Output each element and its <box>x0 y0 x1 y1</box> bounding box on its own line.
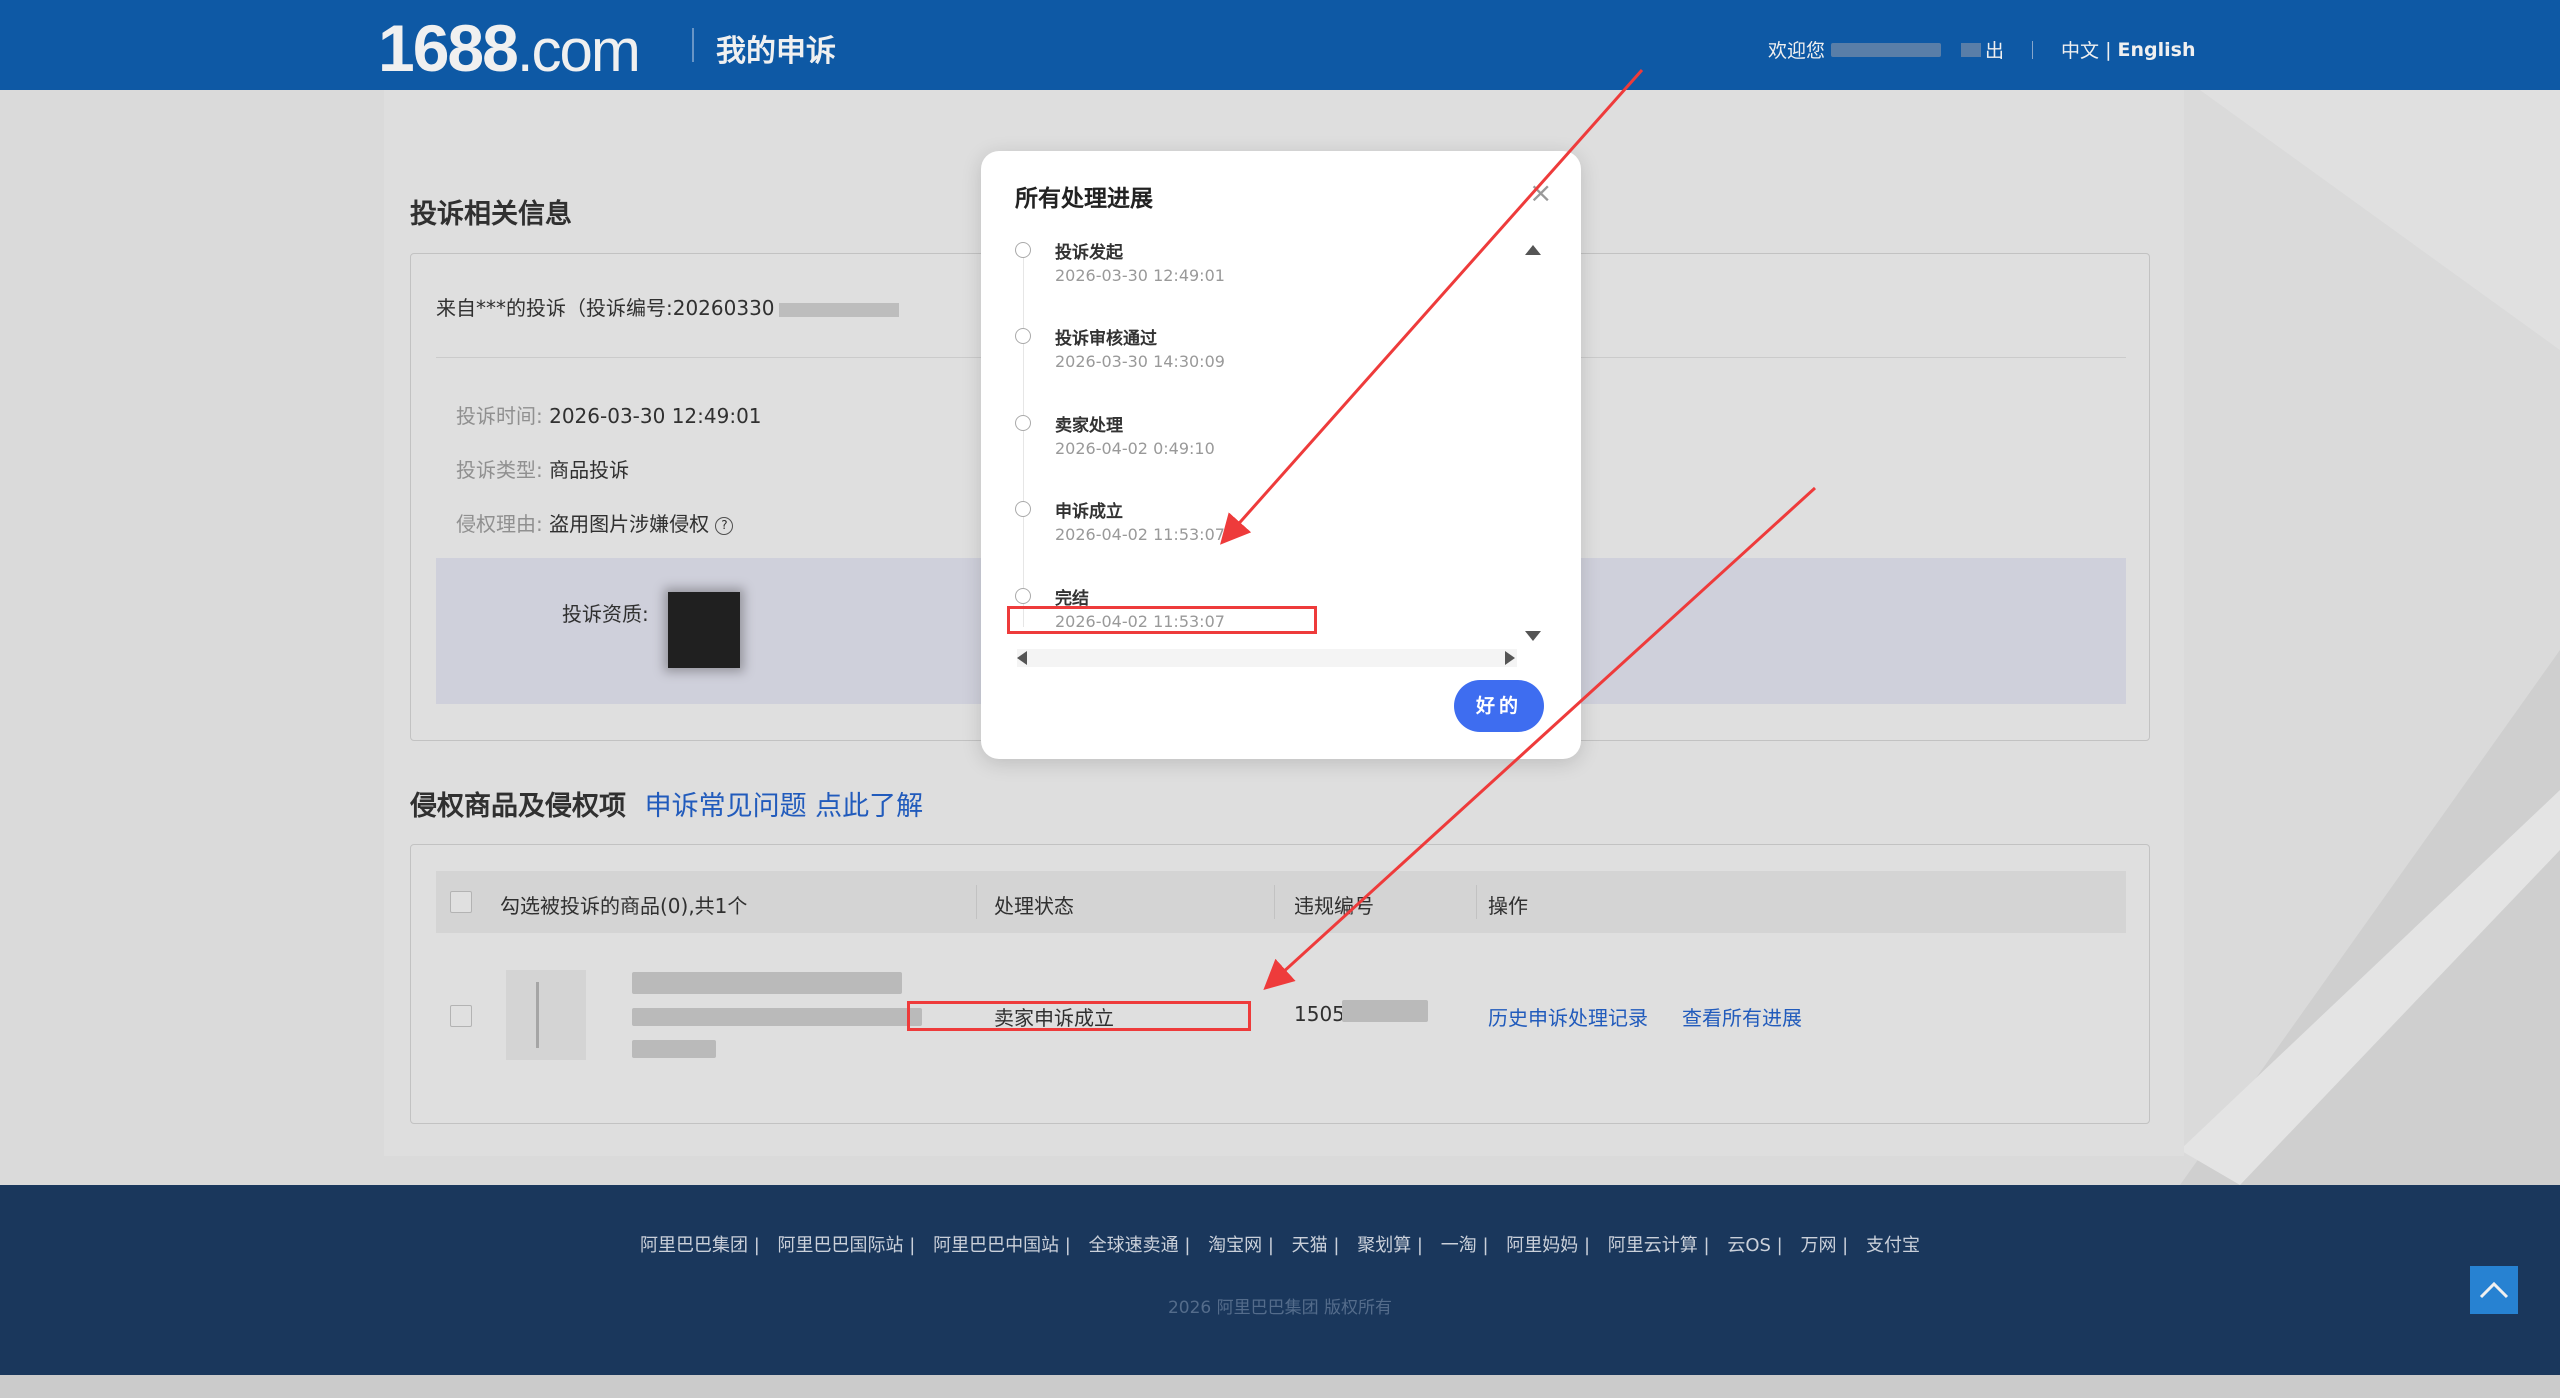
timeline-dot-icon <box>1015 328 1031 344</box>
col-separator <box>976 885 977 919</box>
col-status: 处理状态 <box>994 894 1074 918</box>
footer-link[interactable]: 阿里云计算 | <box>1608 1235 1710 1256</box>
col-separator <box>1476 885 1477 919</box>
footer-links: 阿里巴巴集团 | 阿里巴巴国际站 | 阿里巴巴中国站 | 全球速卖通 | 淘宝网… <box>0 1231 2560 1257</box>
complaint-info-title: 投诉相关信息 <box>410 199 572 230</box>
page-title: 我的申诉 <box>716 34 836 69</box>
qualification-label: 投诉资质: <box>562 602 649 626</box>
info-value: 盗用图片涉嫌侵权 <box>549 512 710 536</box>
annotation-box-status <box>907 1001 1251 1031</box>
table-header: 勾选被投诉的商品(0),共1个 处理状态 违规编号 操作 <box>436 871 2126 933</box>
logout-redacted <box>1961 42 1982 57</box>
footer-link[interactable]: 阿里巴巴中国站 | <box>933 1235 1071 1256</box>
step-time: 2026-04-02 0:49:10 <box>1055 439 1215 458</box>
footer-link[interactable]: 云OS | <box>1727 1235 1782 1256</box>
username-redacted <box>1831 42 1942 57</box>
step-time: 2026-04-02 11:53:07 <box>1055 525 1225 544</box>
timeline-dot-icon <box>1015 415 1031 431</box>
step-label: 投诉发起 <box>1055 243 1123 263</box>
footer-link[interactable]: 万网 | <box>1800 1235 1848 1256</box>
header-separator <box>2032 40 2034 59</box>
modal-title: 所有处理进展 <box>1015 186 1153 212</box>
scroll-up-icon[interactable] <box>1525 245 1541 255</box>
footer-link[interactable]: 全球速卖通 | <box>1089 1235 1191 1256</box>
vertical-scrollbar[interactable] <box>1521 239 1541 641</box>
help-question-icon[interactable]: ? <box>715 516 734 535</box>
step-time: 2026-03-30 14:30:09 <box>1055 352 1225 371</box>
footer-link[interactable]: 支付宝 <box>1866 1235 1920 1256</box>
step-label: 投诉审核通过 <box>1055 329 1157 349</box>
faq-link[interactable]: 申诉常见问题 点此了解 <box>645 791 924 822</box>
col-select: 勾选被投诉的商品(0),共1个 <box>500 894 748 918</box>
violation-number-redacted <box>1342 1000 1428 1022</box>
info-label: 侵权理由: <box>456 512 543 536</box>
product-thumbnail[interactable] <box>506 970 586 1060</box>
complaint-header: 来自***的投诉（投诉编号:20260330 <box>436 292 899 321</box>
scroll-right-icon[interactable] <box>1505 651 1515 665</box>
footer-link[interactable]: 淘宝网 | <box>1208 1235 1274 1256</box>
chevron-up-icon <box>2479 1281 2509 1299</box>
product-title-redacted <box>632 972 902 994</box>
site-logo[interactable]: 1688.com <box>378 10 641 86</box>
col-violation-no: 违规编号 <box>1294 894 1374 918</box>
logo-suffix-text: .com <box>516 17 641 84</box>
info-label: 投诉时间: <box>456 404 543 428</box>
info-label: 投诉类型: <box>456 458 543 482</box>
products-section-title: 侵权商品及侵权项 <box>410 791 626 822</box>
timeline-dot-icon <box>1015 501 1031 517</box>
horizontal-scrollbar[interactable] <box>1017 649 1517 667</box>
timeline-dot-icon <box>1015 588 1031 604</box>
lang-en-link[interactable]: English <box>2118 39 2196 61</box>
complaint-id-redacted <box>778 302 899 317</box>
info-row-type: 投诉类型: 商品投诉 <box>456 454 629 483</box>
product-title-redacted <box>632 1008 922 1026</box>
welcome-text: 欢迎您 <box>1768 40 1826 62</box>
scroll-down-icon[interactable] <box>1525 631 1541 641</box>
step-time: 2026-03-30 12:49:01 <box>1055 266 1225 285</box>
col-actions: 操作 <box>1488 894 1528 918</box>
timeline-dot-icon <box>1015 242 1031 258</box>
header-user-area: 欢迎您 出 中文 | English <box>1768 36 2196 63</box>
qualification-image-redacted[interactable] <box>668 592 740 668</box>
annotation-box-final-step <box>1007 606 1317 634</box>
select-all-checkbox[interactable] <box>450 891 472 913</box>
violation-number-prefix: 1505 <box>1294 1002 1345 1026</box>
timeline-line <box>1023 247 1024 627</box>
footer-link[interactable]: 阿里巴巴集团 | <box>640 1235 760 1256</box>
step-label: 卖家处理 <box>1055 416 1123 436</box>
header-divider <box>692 28 694 62</box>
logo-main-text: 1688 <box>378 11 519 85</box>
violation-number: 1505 <box>1294 1002 1345 1026</box>
footer-link[interactable]: 阿里巴巴国际站 | <box>778 1235 916 1256</box>
footer-link[interactable]: 一淘 | <box>1441 1235 1489 1256</box>
scroll-left-icon[interactable] <box>1017 651 1027 665</box>
footer-link[interactable]: 阿里妈妈 | <box>1506 1235 1590 1256</box>
close-icon[interactable]: × <box>1529 179 1552 207</box>
view-progress-link[interactable]: 查看所有进展 <box>1682 1002 1802 1031</box>
row-checkbox[interactable] <box>450 1005 472 1027</box>
complaint-header-text: 来自***的投诉（投诉编号:20260330 <box>436 296 775 320</box>
bottom-strip <box>0 1375 2560 1398</box>
product-meta-redacted <box>632 1040 716 1058</box>
ok-button[interactable]: 好的 <box>1454 680 1544 732</box>
info-value: 商品投诉 <box>549 458 630 482</box>
copyright-text: 2026 阿里巴巴集团 版权所有 <box>1167 1298 1393 1318</box>
footer: 阿里巴巴集团 | 阿里巴巴国际站 | 阿里巴巴中国站 | 全球速卖通 | 淘宝网… <box>0 1185 2560 1375</box>
back-to-top-button[interactable] <box>2470 1266 2518 1314</box>
products-section-header: 侵权商品及侵权项 申诉常见问题 点此了解 <box>410 784 923 823</box>
col-separator <box>1274 885 1275 919</box>
footer-link[interactable]: 聚划算 | <box>1357 1235 1423 1256</box>
lang-zh-link[interactable]: 中文 <box>2061 36 2099 63</box>
lang-separator: | <box>2099 38 2118 61</box>
progress-modal: 所有处理进展 × 投诉发起 2026-03-30 12:49:01 投诉审核通过… <box>981 151 1581 759</box>
info-value: 2026-03-30 12:49:01 <box>549 404 762 428</box>
step-label: 申诉成立 <box>1055 502 1123 522</box>
info-row-reason: 侵权理由: 盗用图片涉嫌侵权 ? <box>456 508 734 537</box>
history-link[interactable]: 历史申诉处理记录 <box>1488 1002 1648 1031</box>
logout-link[interactable]: 出 <box>1985 36 2004 63</box>
footer-link[interactable]: 天猫 | <box>1292 1235 1340 1256</box>
info-row-time: 投诉时间: 2026-03-30 12:49:01 <box>456 400 762 429</box>
top-header: 1688.com 我的申诉 欢迎您 出 中文 | English <box>0 0 2560 90</box>
